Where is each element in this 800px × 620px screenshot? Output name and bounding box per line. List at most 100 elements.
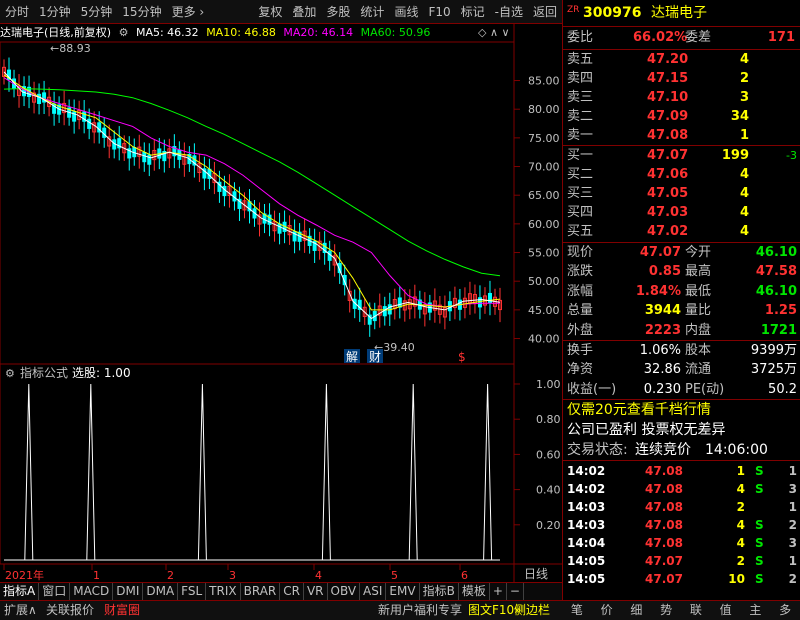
tick-price: 47.08 [645,482,683,496]
stat-label: 现价 [567,245,594,260]
ask-volume: 1 [739,128,749,143]
annot-cai[interactable]: 财 [369,350,381,364]
bid-label: 买三 [567,186,594,201]
stat-label: 最低 [685,283,712,299]
bid-row[interactable]: 买四 47.03 4 [563,203,800,223]
f10-graphic-button[interactable]: 图文F10 [468,601,514,620]
bid-row[interactable]: 买五 47.02 4 [563,222,800,242]
time-tick-label: 2021年 [5,568,44,582]
tick-direction: S [755,536,764,550]
tick-volume: 2 [736,500,745,514]
tick-row: 14:04 47.08 4 S 3 [563,534,800,552]
company-row: 公司已盈利 投票权无差异 [563,420,800,440]
stat-value: 1721 [760,322,797,338]
stat-value: 46.10 [755,283,797,299]
indicator-tab[interactable]: 指标B [420,583,459,600]
ask-row[interactable]: 卖二 47.09 34 [563,107,800,127]
quote-panel: ZR 300976 达瑞电子 委比 66.02% 委差 171 卖五 47.20 4… [562,0,800,600]
stat-value: 46.10 [755,245,797,260]
ask-row[interactable]: 卖三 47.10 3 [563,88,800,108]
panel-tab[interactable]: 主 [741,601,771,620]
indicator-tab[interactable]: TRIX [206,583,241,600]
price-tick-label: 40.00 [528,333,560,346]
tick-row: 14:02 47.08 4 S 3 [563,480,800,498]
stat-value: 47.58 [755,264,797,280]
time-tick-label: 1 [93,569,100,582]
tick-price: 47.07 [645,554,683,568]
annot-dollar[interactable]: $ [458,350,466,364]
ask-price: 47.10 [647,90,689,105]
indicator-tab[interactable]: OBV [328,583,361,600]
panel-tab[interactable]: 价 [592,601,622,620]
bid-label: 买一 [567,148,594,163]
fund-label: 流通 [685,362,712,378]
tick-count: 3 [788,536,797,550]
ask-row[interactable]: 卖四 47.15 2 [563,69,800,89]
indicator-tab[interactable]: 指标A [0,583,40,600]
indicator-tab[interactable]: DMA [143,583,179,600]
bid-row[interactable]: 买一 47.07 199 -3 [563,146,800,166]
bid-label: 买四 [567,205,594,220]
indicator-settings-icon[interactable]: ⚙ [5,367,15,380]
tick-count: 1 [788,464,797,478]
tick-volume: 1 [736,464,745,478]
indicator-tab[interactable]: FSL [178,583,207,600]
fund-value: 50.2 [768,381,797,397]
indicator-title[interactable]: 指标公式 [20,365,68,380]
tick-volume: 4 [736,518,745,532]
tick-count: 2 [788,572,797,586]
price-tick-label: 55.00 [528,247,560,260]
stat-label: 外盘 [567,322,594,338]
indicator-tab[interactable]: EMV [386,583,420,600]
tick-price: 47.08 [645,500,683,514]
tick-row: 14:05 47.07 10 S 2 [563,570,800,588]
wealth-circle-button[interactable]: 财富圈 [104,601,140,620]
indicator-tab[interactable]: 模板 [459,583,490,600]
panel-tab[interactable]: 细 [622,601,652,620]
indicator-tab[interactable]: + [490,583,507,600]
panel-tab[interactable]: 笔 [562,601,592,620]
candle-body [87,118,92,129]
bid-row[interactable]: 买二 47.06 4 [563,165,800,185]
indicator-tab[interactable]: CR [280,583,304,600]
status-value: 连续竞价 [635,442,691,458]
annot-jie[interactable]: 解 [346,350,358,364]
fund-row: 收益(一) 0.230 PE(动) 50.2 [563,380,800,400]
kline-chart[interactable]: 85.00 80.00 75.00 70.00 65.00 60.00 55.00 50.00… [0,0,562,600]
indicator-tab[interactable]: − [507,583,524,600]
indicator-tab[interactable]: MACD [70,583,114,600]
period-label[interactable]: 日线 [524,567,548,581]
bid-row[interactable]: 买三 47.05 4 [563,184,800,204]
ask-label: 卖五 [567,52,594,67]
stat-row: 涨幅 1.84% 最低 46.10 [563,282,800,302]
promo-text[interactable]: 仅需20元查看千档行情 [567,400,711,420]
indicator-tab[interactable]: ASI [360,583,387,600]
time-tick-label: 6 [461,569,468,582]
ask-row[interactable]: 卖五 47.20 4 [563,50,800,70]
related-quote-button[interactable]: 关联报价 [46,601,94,620]
panel-tab[interactable]: 值 [711,601,741,620]
stat-label: 涨跌 [567,264,594,280]
promo-row[interactable]: 仅需20元查看千档行情 [563,400,800,420]
divider [563,26,800,27]
ask-row[interactable]: 卖一 47.08 1 [563,126,800,146]
tick-count: 3 [788,482,797,496]
ask-volume: 2 [739,71,749,86]
bid-price: 47.07 [647,148,689,163]
bid-volume: 4 [739,224,749,239]
indicator-tab[interactable]: DMI [113,583,144,600]
stat-row: 总量 3944 量比 1.25 [563,301,800,321]
panel-tab[interactable]: 势 [651,601,681,620]
new-user-welfare[interactable]: 新用户福利专享 [378,601,462,620]
high-marker: ←88.93 [50,42,91,55]
indicator-tab[interactable]: VR [304,583,328,600]
indicator-tab[interactable]: BRAR [241,583,281,600]
panel-tab[interactable]: 联 [681,601,711,620]
fund-value: 1.06% [639,343,681,358]
panel-tab[interactable]: 多 [770,601,800,620]
weibi-value: 66.02% [633,30,688,45]
bid-volume: 4 [739,167,749,182]
indicator-tab[interactable]: 窗口 [39,583,71,600]
expand-button[interactable]: 扩展∧ [4,601,37,620]
stat-row: 现价 47.07 今开 46.10 [563,243,800,263]
